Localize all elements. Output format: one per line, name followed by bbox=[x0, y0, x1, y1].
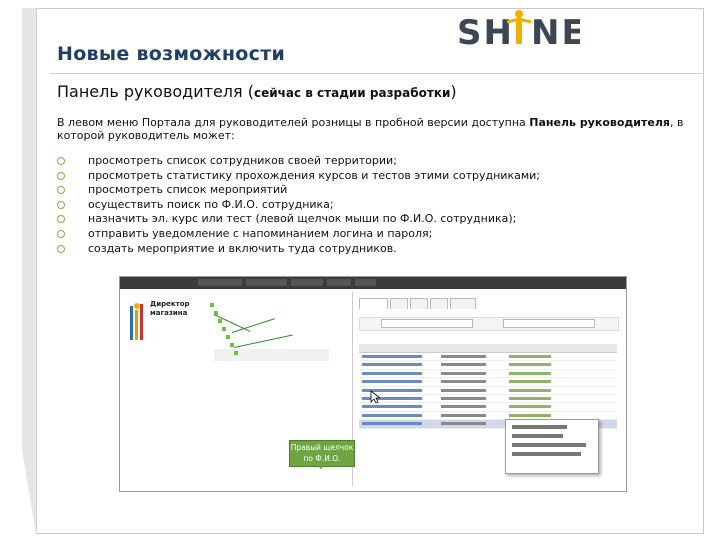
list-item: просмотреть список сотрудников своей тер… bbox=[57, 154, 540, 169]
slide-subtitle: Панель руководителя (сейчас в стадии раз… bbox=[57, 82, 457, 101]
bullet-icon bbox=[57, 229, 65, 238]
context-menu-item[interactable] bbox=[512, 434, 563, 438]
context-menu-item[interactable] bbox=[512, 452, 581, 456]
list-item: отправить уведомление с напоминанием лог… bbox=[57, 227, 540, 242]
list-item: создать мероприятие и включить туда сотр… bbox=[57, 242, 540, 257]
table-row[interactable] bbox=[359, 395, 617, 404]
bullet-icon bbox=[57, 171, 65, 180]
tree-node[interactable] bbox=[234, 350, 255, 355]
director-label: Директор магазина bbox=[150, 300, 190, 317]
tab-tests[interactable] bbox=[410, 298, 428, 309]
intro-text: В левом меню Портала для руководителей р… bbox=[57, 116, 684, 142]
portal-screenshot: Директор магазина bbox=[119, 276, 627, 492]
menu-item[interactable] bbox=[246, 279, 287, 286]
tree-selected-band bbox=[214, 349, 329, 361]
list-item: просмотреть список мероприятий bbox=[57, 183, 540, 198]
svg-text:SH: SH bbox=[457, 13, 514, 53]
feature-list: просмотреть список сотрудников своей тер… bbox=[57, 154, 540, 256]
table-row[interactable] bbox=[359, 361, 617, 370]
employees-link[interactable] bbox=[361, 335, 375, 340]
bullet-icon bbox=[57, 186, 65, 195]
context-menu-item[interactable] bbox=[512, 443, 586, 447]
menu-item[interactable] bbox=[355, 279, 377, 286]
table-row[interactable] bbox=[359, 387, 617, 395]
svg-text:NE: NE bbox=[531, 13, 580, 53]
tab-tasks[interactable] bbox=[429, 298, 448, 309]
tab-employees[interactable] bbox=[359, 298, 389, 309]
table-row[interactable] bbox=[359, 370, 617, 379]
filter-input[interactable] bbox=[503, 319, 595, 328]
menu-item[interactable] bbox=[198, 279, 243, 286]
menu-item[interactable] bbox=[290, 279, 324, 286]
bullet-icon bbox=[57, 200, 65, 209]
context-menu-item[interactable] bbox=[512, 425, 568, 429]
list-item: осуществить поиск по Ф.И.О. сотрудника; bbox=[57, 198, 540, 213]
portal-menu-items bbox=[198, 279, 377, 286]
callout-arrow bbox=[314, 463, 328, 469]
mouse-cursor-icon bbox=[370, 390, 380, 404]
tab-courses[interactable] bbox=[390, 298, 409, 309]
bullet-icon bbox=[57, 157, 65, 165]
table-row[interactable] bbox=[359, 378, 617, 387]
menu-item[interactable] bbox=[327, 279, 352, 286]
corner-decor bbox=[22, 450, 36, 534]
shine-logo: SH NE bbox=[457, 10, 580, 53]
table-header bbox=[359, 344, 617, 353]
table-row[interactable] bbox=[359, 403, 617, 412]
filter-input[interactable] bbox=[381, 319, 473, 328]
bullet-icon bbox=[57, 215, 65, 224]
table-row[interactable] bbox=[359, 353, 617, 362]
tree-node[interactable] bbox=[222, 326, 233, 331]
slide-title: Новые возможности bbox=[57, 43, 286, 65]
portal-tabs bbox=[359, 298, 478, 309]
context-menu bbox=[505, 419, 599, 474]
portal-main-panel bbox=[352, 292, 623, 486]
list-item: просмотреть статистику прохождения курсо… bbox=[57, 169, 540, 184]
tree-node[interactable] bbox=[210, 302, 224, 307]
employees-table bbox=[359, 344, 617, 429]
director-icon bbox=[130, 303, 143, 340]
list-item: назначить эл. курс или тест (левой щелчо… bbox=[57, 212, 540, 227]
bullet-icon bbox=[57, 244, 65, 253]
tab-events[interactable] bbox=[449, 298, 476, 309]
tree-node[interactable] bbox=[226, 334, 247, 339]
header-divider bbox=[50, 73, 702, 74]
